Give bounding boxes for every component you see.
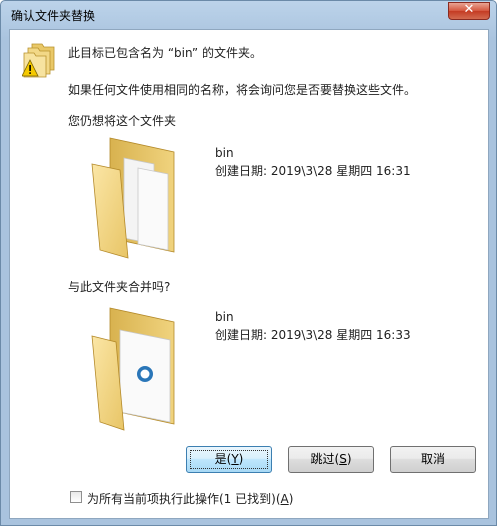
dialog-content: 此目标已包含名为 “bin” 的文件夹。 如果任何文件使用相同的名称，将会询问您… (9, 29, 489, 519)
title-bar[interactable]: 确认文件夹替换 ✕ (1, 1, 496, 29)
apply-all-checkbox[interactable] (70, 491, 82, 503)
merge-prompt: 与此文件夹合并吗? (68, 280, 171, 294)
message-line-3: 您仍想将这个文件夹 (68, 114, 177, 128)
close-icon: ✕ (463, 2, 475, 17)
yes-button-mnemonic: Y (231, 452, 239, 466)
skip-button-label: 跳过( (310, 452, 340, 466)
apply-all-label[interactable]: 为所有当前项执行此操作(1 已找到)(A) (87, 490, 293, 507)
close-button[interactable]: ✕ (448, 2, 490, 20)
app-folder-icon (91, 307, 175, 431)
window-title: 确认文件夹替换 (11, 9, 96, 23)
target-folder-name: bin (215, 310, 234, 324)
source-folder-name: bin (215, 146, 234, 160)
documents-folder-icon (91, 137, 175, 259)
source-folder-created: 创建日期: 2019\3\28 星期四 16:31 (215, 164, 411, 178)
cancel-button[interactable]: 取消 (390, 446, 476, 473)
yes-button[interactable]: 是(Y) (186, 446, 272, 473)
apply-all-suffix: ) (288, 492, 294, 506)
skip-button-mnemonic: S (339, 452, 347, 466)
yes-button-suffix: ) (238, 452, 244, 466)
message-line-2: 如果任何文件使用相同的名称，将会询问您是否要替换这些文件。 (68, 83, 417, 97)
skip-button[interactable]: 跳过(S) (288, 446, 374, 473)
apply-all-label-text: 为所有当前项执行此操作(1 已找到)( (87, 492, 281, 506)
skip-button-suffix: ) (346, 452, 352, 466)
target-folder-created: 创建日期: 2019\3\28 星期四 16:33 (215, 328, 411, 342)
message-line-1: 此目标已包含名为 “bin” 的文件夹。 (68, 46, 262, 60)
apply-all-mnemonic: A (280, 492, 289, 506)
yes-button-label: 是( (214, 452, 232, 466)
confirm-folder-replace-dialog: 确认文件夹替换 ✕ 此目标已包含名为 “bin” 的文件夹。 如果任何文件使用相… (0, 0, 497, 526)
warning-folder-icon (22, 43, 55, 78)
cancel-button-label: 取消 (420, 452, 445, 466)
